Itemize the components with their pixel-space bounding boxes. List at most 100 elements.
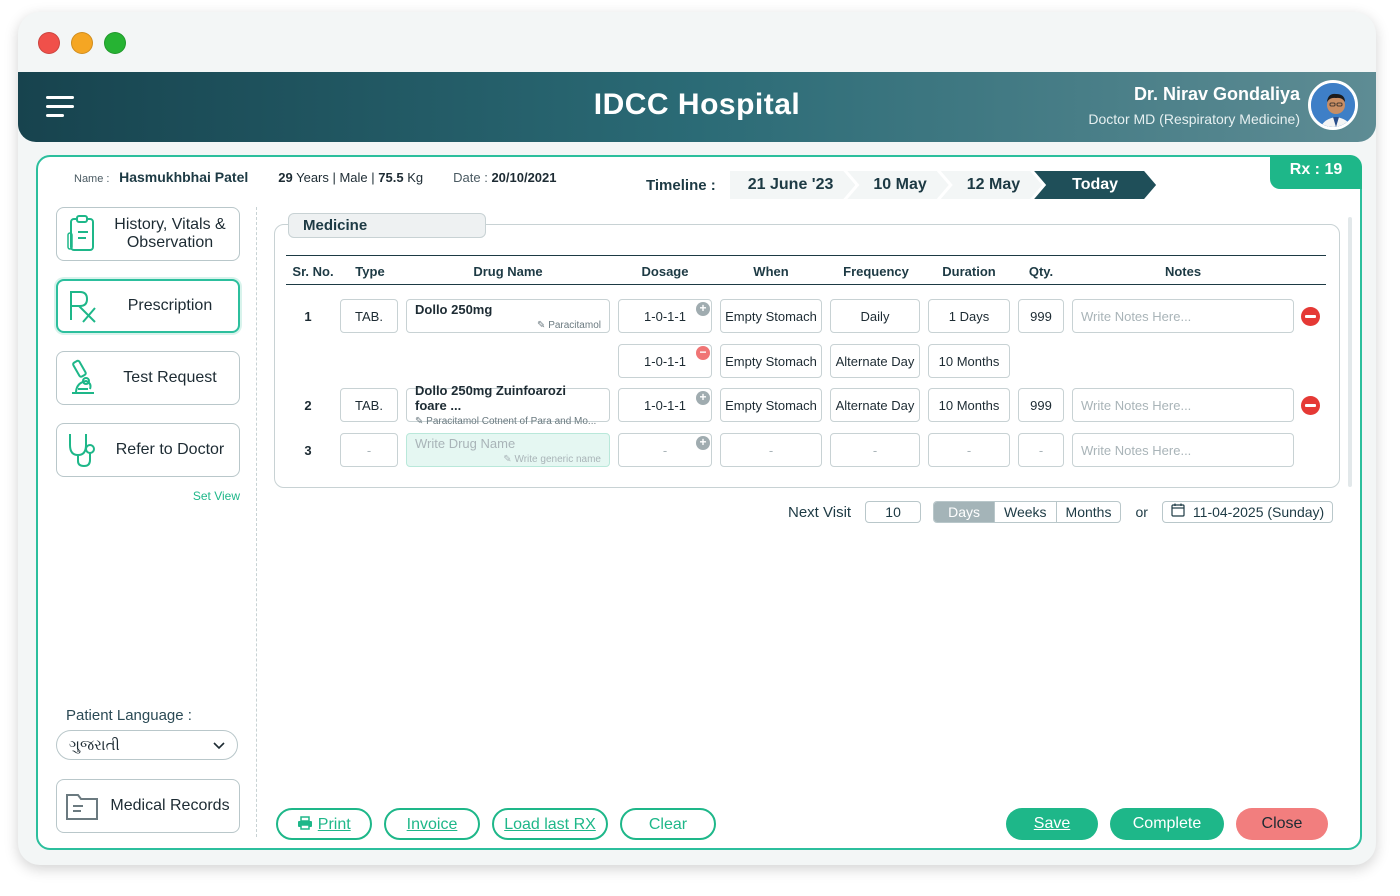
set-view-link[interactable]: Set View [56,489,240,503]
close-button[interactable]: Close [1236,808,1328,840]
visit-timeline: Timeline : 21 June '23 10 May 12 May Tod… [646,171,1148,199]
row-2-frequency[interactable]: Alternate Day [830,388,920,422]
row-2-notes[interactable]: Write Notes Here... [1072,388,1294,422]
patient-language-label: Patient Language : [66,707,192,724]
sidebar-item-label: Test Request [123,369,217,386]
medical-records-wrap: Medical Records [56,779,240,851]
row-2-sr: 2 [304,398,312,413]
rx-icon [58,288,108,324]
patient-age-gender: Years | Male | [296,170,375,185]
patient-age: 29 [278,170,293,185]
save-button[interactable]: Save [1006,808,1098,840]
timeline-step-today[interactable]: Today [1034,171,1156,199]
stethoscope-icon [57,431,107,469]
row-1-generic: ✎ Paracitamol [537,319,601,331]
row-2-type[interactable]: TAB. [340,388,398,422]
timeline-label: Timeline : [646,176,716,194]
row-2-qty[interactable]: 999 [1018,388,1064,422]
sidebar-item-prescription[interactable]: Prescription [56,279,240,333]
print-button[interactable]: Print [276,808,372,840]
row-3-drug[interactable]: Write Drug Name ✎ Write generic name [406,433,610,467]
app-header: IDCC Hospital Dr. Nirav Gondaliya Doctor… [18,72,1376,142]
row-1-drug[interactable]: Dollo 250mg ✎ Paracitamol [406,299,610,333]
patient-name: Hasmukhbhai Patel [119,169,249,185]
row-1-type[interactable]: TAB. [340,299,398,333]
next-visit-row: Next Visit 10 Days Weeks Months or 11-04… [788,501,1334,523]
header-sr-no: Sr. No. [292,264,334,279]
sidebar-divider [256,207,257,837]
unit-days[interactable]: Days [934,502,995,522]
rx-count-badge: Rx : 19 [1270,155,1362,189]
folder-icon [57,791,107,821]
add-dosage-button[interactable]: + [696,391,710,405]
timeline-step-10-may[interactable]: 10 May [847,171,948,199]
doctor-role: Doctor MD (Respiratory Medicine) [1088,111,1300,127]
remove-row-1-button[interactable] [1301,307,1320,326]
row-1-qty[interactable]: 999 [1018,299,1064,333]
maximize-window-button[interactable] [104,32,126,54]
row-1-notes[interactable]: Write Notes Here... [1072,299,1294,333]
medicine-table-header: Sr. No. Type Drug Name Dosage When Frequ… [286,255,1326,285]
unit-months[interactable]: Months [1057,502,1121,522]
row-1-duration[interactable]: 1 Days [928,299,1010,333]
row-1b-frequency[interactable]: Alternate Day [830,344,920,378]
doctor-info: Dr. Nirav Gondaliya Doctor MD (Respirato… [1088,84,1300,127]
clipboard-icon [57,215,107,253]
microscope-icon [57,359,107,397]
row-3-frequency[interactable]: - [830,433,920,467]
sidebar-item-test-request[interactable]: Test Request [56,351,240,405]
row-3-when[interactable]: - [720,433,822,467]
load-last-rx-button[interactable]: Load last RX [492,808,608,840]
sidebar-item-history[interactable]: History, Vitals & Observation [56,207,240,261]
sidebar-item-refer-doctor[interactable]: Refer to Doctor [56,423,240,477]
next-visit-input[interactable]: 10 [865,501,922,523]
row-2-generic: ✎ Paracitamol Cotnent of Para and Mo... [415,416,597,427]
invoice-button[interactable]: Invoice [384,808,480,840]
scrollbar[interactable] [1348,217,1352,487]
patient-info: Name : Hasmukhbhai Patel 29 Years | Male… [74,169,557,185]
unit-weeks[interactable]: Weeks [995,502,1057,522]
row-1-when[interactable]: Empty Stomach [720,299,822,333]
row-2-drug[interactable]: Dollo 250mg Zuinfoarozi foare ... ✎ Para… [406,383,610,427]
medicine-tab[interactable]: Medicine [288,213,486,238]
timeline-step-21-june[interactable]: 21 June '23 [730,171,856,199]
sidebar-item-label: Refer to Doctor [115,441,225,458]
row-1b-duration[interactable]: 10 Months [928,344,1010,378]
patient-name-label: Name : [74,173,110,185]
prescription-panel: Rx : 19 Name : Hasmukhbhai Patel 29 Year… [36,155,1362,850]
row-2-duration[interactable]: 10 Months [928,388,1010,422]
medical-records-button[interactable]: Medical Records [56,779,240,833]
row-3-qty[interactable]: - [1018,433,1064,467]
row-1-drug-name: Dollo 250mg [415,301,493,317]
minimize-window-button[interactable] [71,32,93,54]
patient-language-select[interactable]: ગુજરાતી [56,730,238,760]
next-visit-label: Next Visit [788,503,852,521]
sidebar-item-label: History, Vitals & Observation [114,216,226,251]
row-2-when[interactable]: Empty Stomach [720,388,822,422]
remove-dosage-button[interactable]: − [696,346,710,360]
next-visit-date: 11-04-2025 (Sunday) [1192,504,1325,520]
doctor-avatar[interactable] [1308,80,1358,130]
sidebar: History, Vitals & Observation Prescripti… [56,207,240,503]
header-dosage: Dosage [641,264,689,279]
remove-row-2-button[interactable] [1301,396,1320,415]
patient-language-value: ગુજરાતી [69,736,120,754]
row-3-notes[interactable]: Write Notes Here... [1072,433,1294,467]
printer-icon [297,816,317,833]
header-drug-name: Drug Name [473,264,543,279]
close-window-button[interactable] [38,32,60,54]
clear-button[interactable]: Clear [620,808,716,840]
row-1-frequency[interactable]: Daily [830,299,920,333]
patient-weight: 75.5 [378,170,404,185]
complete-button[interactable]: Complete [1110,808,1224,840]
next-visit-date-picker[interactable]: 11-04-2025 (Sunday) [1161,501,1334,523]
timeline-step-12-may[interactable]: 12 May [941,171,1042,199]
row-1b-when[interactable]: Empty Stomach [720,344,822,378]
add-dosage-button[interactable]: + [696,436,710,450]
app-window: IDCC Hospital Dr. Nirav Gondaliya Doctor… [18,12,1376,865]
header-notes: Notes [1164,264,1202,279]
row-3-generic-placeholder: ✎ Write generic name [503,453,601,465]
row-3-duration[interactable]: - [928,433,1010,467]
row-3-type[interactable]: - [340,433,398,467]
add-dosage-button[interactable]: + [696,302,710,316]
